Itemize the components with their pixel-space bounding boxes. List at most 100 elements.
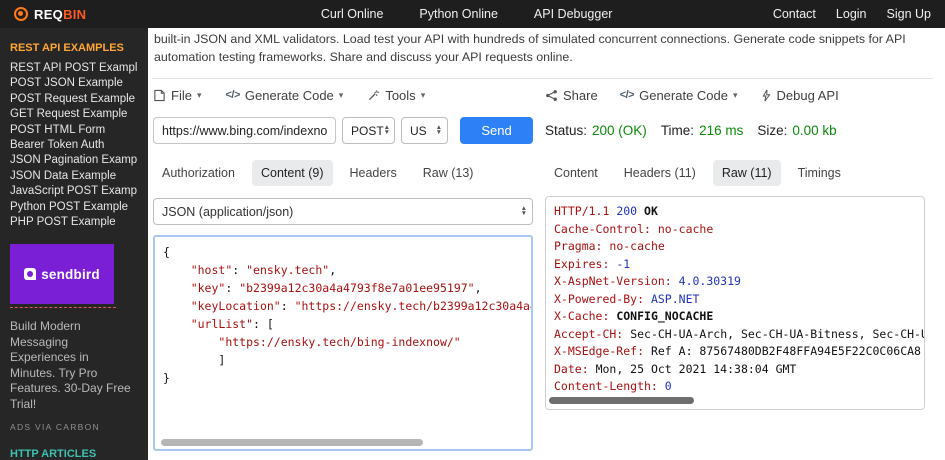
code-line: X-Powered-By: ASP.NET (554, 291, 924, 309)
horizontal-scrollbar[interactable] (161, 439, 423, 446)
request-toolbar: File ▾ </> Generate Code ▾ Tools ▾ (153, 84, 533, 106)
sendbird-ad-image[interactable]: sendbird (10, 244, 114, 304)
intro-text: built-in JSON and XML validators. Load t… (154, 31, 938, 68)
method-select[interactable]: POST ▲▼ (342, 117, 395, 144)
share-icon (545, 89, 558, 102)
horizontal-scrollbar[interactable] (549, 397, 694, 404)
debug-api-label: Debug API (777, 88, 839, 103)
tab-content[interactable]: Content (9) (252, 160, 333, 186)
chevron-down-icon: ▾ (339, 90, 344, 101)
ads-via-carbon-link[interactable]: ADS VIA CARBON (10, 422, 138, 432)
content-type-select[interactable]: JSON (application/json) ▲▼ (153, 198, 533, 225)
sidebar-item[interactable]: POST HTML Form (10, 123, 138, 138)
size-value: 0.00 kb (792, 123, 836, 138)
sidebar-item[interactable]: JSON Data Example (10, 169, 138, 184)
code-line: ] (163, 351, 531, 369)
generate-code-label: Generate Code (245, 88, 334, 103)
code-line: X-MSEdge-Ref: Ref A: 87567480DB2F48FFA94… (554, 343, 924, 361)
region-select[interactable]: US ▲▼ (401, 117, 448, 144)
code-line: "https://ensky.tech/bing-indexnow/" (163, 333, 531, 351)
status-code-value: 200 (OK) (592, 123, 647, 138)
file-menu-label: File (171, 88, 192, 103)
sidebar-item[interactable]: Bearer Token Auth (10, 138, 138, 153)
code-line: { (163, 243, 531, 261)
sidebar-item[interactable]: GET Request Example (10, 107, 138, 122)
select-arrows-icon: ▲▼ (521, 207, 527, 216)
status-label: Status: (545, 123, 587, 138)
topbar-link-python-online[interactable]: Python Online (419, 7, 498, 21)
request-body-code: { "host": "ensky.tech", "key": "b2399a12… (163, 243, 531, 387)
response-raw-panel[interactable]: HTTP/1.1 200 OKCache-Control: no-cachePr… (545, 196, 925, 410)
time-label: Time: (661, 123, 694, 138)
sidebar-item[interactable]: POST Request Example (10, 92, 138, 107)
sidebar-item[interactable]: JavaScript POST Examp (10, 184, 138, 199)
reqbin-logo[interactable]: REQBIN (14, 7, 86, 22)
code-line: Pragma: no-cache (554, 238, 924, 256)
code-line: } (163, 369, 531, 387)
contact-link[interactable]: Contact (773, 7, 816, 21)
chevron-down-icon: ▾ (733, 90, 738, 101)
code-icon: </> (620, 89, 634, 101)
request-body-editor[interactable]: { "host": "ensky.tech", "key": "b2399a12… (153, 235, 533, 451)
login-link[interactable]: Login (836, 7, 867, 21)
topbar-link-curl-online[interactable]: Curl Online (321, 7, 384, 21)
select-arrows-icon: ▲▼ (384, 126, 390, 135)
tools-menu[interactable]: Tools ▾ (367, 88, 425, 103)
sidebar-item[interactable]: REST API POST Exampl (10, 61, 138, 76)
code-line: X-Cache: CONFIG_NOCACHE (554, 308, 924, 326)
code-line: Cache-Control: no-cache (554, 221, 924, 239)
ad-text[interactable]: Build Modern Messaging Experiences in Mi… (10, 319, 138, 412)
time-value: 216 ms (699, 123, 743, 138)
code-line: "host": "ensky.tech", (163, 261, 531, 279)
code-icon: </> (225, 89, 239, 101)
response-raw-code: HTTP/1.1 200 OKCache-Control: no-cachePr… (554, 203, 924, 396)
code-line: X-AspNet-Version: 4.0.30319 (554, 273, 924, 291)
ad-text-line: Build Modern (10, 319, 138, 335)
tab-response-raw[interactable]: Raw (11) (713, 160, 781, 186)
send-button[interactable]: Send (460, 117, 533, 144)
response-pane: Share </> Generate Code ▾ Debug API Stat… (545, 84, 925, 410)
response-generate-code-label: Generate Code (639, 88, 728, 103)
tab-raw[interactable]: Raw (13) (414, 160, 483, 186)
code-line: HTTP/1.1 200 OK (554, 203, 924, 221)
sidebar-item[interactable]: JSON Pagination Examp (10, 153, 138, 168)
tools-menu-label: Tools (385, 88, 415, 103)
chevron-down-icon: ▾ (197, 90, 202, 101)
code-line: "key": "b2399a12c30a4a4793f8e7a01ee95197… (163, 279, 531, 297)
tab-headers[interactable]: Headers (341, 160, 406, 186)
share-button-label: Share (563, 88, 598, 103)
tab-response-content[interactable]: Content (545, 160, 607, 186)
share-button[interactable]: Share (545, 88, 598, 103)
tab-authorization[interactable]: Authorization (153, 160, 244, 186)
sidebar-item[interactable]: POST JSON Example (10, 76, 138, 91)
response-generate-code-menu[interactable]: </> Generate Code ▾ (620, 88, 738, 103)
code-line: "keyLocation": "https://ensky.tech/b2399… (163, 297, 531, 315)
topbar-right-links: Contact Login Sign Up (773, 7, 931, 21)
tab-response-timings[interactable]: Timings (789, 160, 850, 186)
sidebar-item[interactable]: PHP POST Example (10, 215, 138, 230)
tab-response-headers[interactable]: Headers (11) (615, 160, 705, 186)
ad-text-line: Minutes. Try Pro (10, 366, 138, 382)
sidebar: REST API EXAMPLES REST API POST Exampl P… (0, 28, 148, 460)
reqbin-logo-icon (14, 7, 28, 21)
generate-code-menu[interactable]: </> Generate Code ▾ (225, 88, 343, 103)
divider (152, 78, 933, 79)
ad-text-line: Messaging (10, 335, 138, 351)
request-url-row: POST ▲▼ US ▲▼ Send (153, 117, 533, 144)
code-line: Expires: -1 (554, 256, 924, 274)
ad-text-line: Features. 30-Day Free (10, 381, 138, 397)
file-menu[interactable]: File ▾ (153, 88, 201, 103)
signup-link[interactable]: Sign Up (887, 7, 931, 21)
sendbird-brand-text: sendbird (41, 267, 100, 282)
topbar-link-api-debugger[interactable]: API Debugger (534, 7, 613, 21)
topbar-nav: Curl Online Python Online API Debugger (321, 7, 613, 21)
wand-icon (367, 89, 380, 102)
sidebar-item[interactable]: Python POST Example (10, 200, 138, 215)
sendbird-logo-icon (24, 268, 36, 280)
url-input[interactable] (153, 117, 336, 144)
debug-api-button[interactable]: Debug API (760, 88, 839, 103)
top-navigation-bar: REQBIN Curl Online Python Online API Deb… (0, 0, 945, 28)
select-arrows-icon: ▲▼ (436, 126, 442, 135)
main-content: built-in JSON and XML validators. Load t… (148, 28, 945, 460)
ad-text-line: Trial! (10, 397, 138, 413)
